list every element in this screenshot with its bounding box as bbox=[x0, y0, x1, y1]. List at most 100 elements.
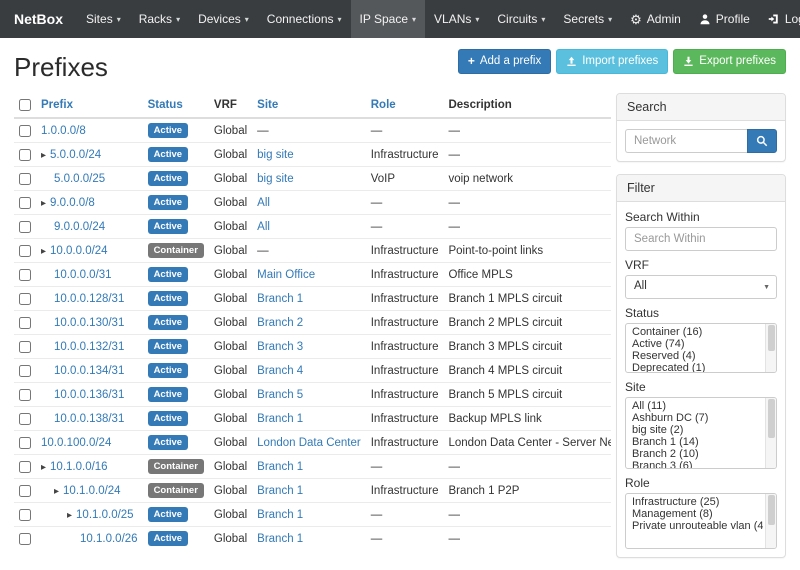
prefix-link[interactable]: 5.0.0.0/24 bbox=[50, 149, 101, 161]
row-checkbox[interactable] bbox=[19, 389, 31, 401]
prefix-link[interactable]: 1.0.0.0/8 bbox=[41, 125, 86, 137]
user-menu-profile[interactable]: Profile bbox=[690, 0, 759, 38]
row-checkbox[interactable] bbox=[19, 485, 31, 497]
nav-item-racks[interactable]: Racks▾ bbox=[130, 0, 189, 38]
expand-toggle-icon[interactable]: ▸ bbox=[41, 246, 46, 257]
expand-toggle-icon[interactable]: ▸ bbox=[41, 198, 46, 209]
prefix-link[interactable]: 10.0.0.132/31 bbox=[54, 341, 124, 353]
column-header-status[interactable]: Status bbox=[143, 93, 209, 118]
expand-toggle-icon[interactable]: ▸ bbox=[41, 462, 46, 473]
row-checkbox[interactable] bbox=[19, 317, 31, 329]
row-checkbox[interactable] bbox=[19, 221, 31, 233]
search-button[interactable] bbox=[747, 129, 777, 153]
site-link[interactable]: Branch 1 bbox=[257, 509, 303, 521]
export-prefixes-button[interactable]: Export prefixes bbox=[673, 49, 786, 74]
role-listbox[interactable]: Infrastructure (25)Management (8)Private… bbox=[625, 493, 777, 549]
row-checkbox[interactable] bbox=[19, 149, 31, 161]
site-link[interactable]: Branch 1 bbox=[257, 533, 303, 545]
row-checkbox[interactable] bbox=[19, 365, 31, 377]
site-option[interactable]: big site (2) bbox=[628, 424, 763, 436]
expand-toggle-icon[interactable]: ▸ bbox=[54, 486, 59, 497]
scrollbar[interactable] bbox=[765, 398, 776, 468]
row-checkbox[interactable] bbox=[19, 413, 31, 425]
prefix-link[interactable]: 10.0.0.128/31 bbox=[54, 293, 124, 305]
site-link[interactable]: Branch 2 bbox=[257, 317, 303, 329]
column-header-site[interactable]: Site bbox=[252, 93, 366, 118]
prefix-link[interactable]: 9.0.0.0/8 bbox=[50, 197, 95, 209]
role-option[interactable]: Management (8) bbox=[628, 508, 763, 520]
site-link[interactable]: Branch 1 bbox=[257, 485, 303, 497]
status-option[interactable]: Container (16) bbox=[628, 326, 763, 338]
nav-item-circuits[interactable]: Circuits▾ bbox=[488, 0, 554, 38]
site-option[interactable]: All (11) bbox=[628, 400, 763, 412]
search-within-input[interactable] bbox=[625, 227, 777, 251]
prefix-link[interactable]: 10.0.0.138/31 bbox=[54, 413, 124, 425]
import-prefixes-button[interactable]: Import prefixes bbox=[556, 49, 668, 74]
prefix-link[interactable]: 10.0.0.0/31 bbox=[54, 269, 112, 281]
status-option[interactable]: Deprecated (1) bbox=[628, 362, 763, 373]
prefix-link[interactable]: 10.1.0.0/25 bbox=[76, 509, 134, 521]
scrollbar-thumb[interactable] bbox=[768, 325, 775, 351]
prefix-link[interactable]: 9.0.0.0/24 bbox=[54, 221, 105, 233]
status-listbox[interactable]: Container (16)Active (74)Reserved (4)Dep… bbox=[625, 323, 777, 373]
user-menu-admin[interactable]: ⚙Admin bbox=[621, 0, 690, 38]
vrf-select[interactable]: All ▼ bbox=[625, 275, 777, 299]
prefix-link[interactable]: 10.0.0.130/31 bbox=[54, 317, 124, 329]
site-option[interactable]: Ashburn DC (7) bbox=[628, 412, 763, 424]
brand-link[interactable]: NetBox bbox=[10, 0, 77, 38]
column-header-prefix[interactable]: Prefix bbox=[36, 93, 143, 118]
role-option[interactable]: Private unrouteable vlan (4) bbox=[628, 520, 763, 532]
expand-toggle-icon[interactable]: ▸ bbox=[67, 510, 72, 521]
row-checkbox[interactable] bbox=[19, 437, 31, 449]
row-checkbox[interactable] bbox=[19, 269, 31, 281]
prefix-link[interactable]: 10.1.0.0/24 bbox=[63, 485, 121, 497]
prefix-link[interactable]: 5.0.0.0/25 bbox=[54, 173, 105, 185]
site-link[interactable]: Branch 3 bbox=[257, 341, 303, 353]
prefix-link[interactable]: 10.1.0.0/26 bbox=[80, 533, 138, 545]
scrollbar-thumb[interactable] bbox=[768, 495, 775, 525]
prefix-link[interactable]: 10.0.0.136/31 bbox=[54, 389, 124, 401]
scrollbar[interactable] bbox=[765, 324, 776, 372]
site-link[interactable]: Main Office bbox=[257, 269, 315, 281]
scrollbar-thumb[interactable] bbox=[768, 399, 775, 438]
row-checkbox[interactable] bbox=[19, 509, 31, 521]
row-checkbox[interactable] bbox=[19, 125, 31, 137]
nav-item-devices[interactable]: Devices▾ bbox=[189, 0, 258, 38]
site-link[interactable]: big site bbox=[257, 173, 293, 185]
site-link[interactable]: big site bbox=[257, 149, 293, 161]
site-link[interactable]: All bbox=[257, 221, 270, 233]
site-option[interactable]: Branch 3 (6) bbox=[628, 460, 763, 469]
status-option[interactable]: Active (74) bbox=[628, 338, 763, 350]
site-link[interactable]: All bbox=[257, 197, 270, 209]
site-link[interactable]: Branch 4 bbox=[257, 365, 303, 377]
row-checkbox[interactable] bbox=[19, 461, 31, 473]
prefix-link[interactable]: 10.0.0.134/31 bbox=[54, 365, 124, 377]
site-link[interactable]: Branch 1 bbox=[257, 293, 303, 305]
nav-item-connections[interactable]: Connections▾ bbox=[258, 0, 351, 38]
row-checkbox[interactable] bbox=[19, 173, 31, 185]
nav-item-vlans[interactable]: VLANs▾ bbox=[425, 0, 488, 38]
site-listbox[interactable]: All (11)Ashburn DC (7)big site (2)Branch… bbox=[625, 397, 777, 469]
column-header-role[interactable]: Role bbox=[366, 93, 444, 118]
user-menu-log-out[interactable]: Log out bbox=[759, 0, 800, 38]
row-checkbox[interactable] bbox=[19, 533, 31, 545]
add-prefix-button[interactable]: + Add a prefix bbox=[458, 49, 551, 74]
site-link[interactable]: London Data Center bbox=[257, 437, 361, 449]
search-input[interactable] bbox=[625, 129, 747, 153]
nav-item-sites[interactable]: Sites▾ bbox=[77, 0, 130, 38]
prefix-link[interactable]: 10.0.100.0/24 bbox=[41, 437, 111, 449]
role-option[interactable]: Infrastructure (25) bbox=[628, 496, 763, 508]
prefix-link[interactable]: 10.0.0.0/24 bbox=[50, 245, 108, 257]
scrollbar[interactable] bbox=[765, 494, 776, 548]
select-all-checkbox[interactable] bbox=[19, 99, 31, 111]
site-option[interactable]: Branch 2 (10) bbox=[628, 448, 763, 460]
site-link[interactable]: Branch 5 bbox=[257, 389, 303, 401]
status-option[interactable]: Reserved (4) bbox=[628, 350, 763, 362]
site-link[interactable]: Branch 1 bbox=[257, 413, 303, 425]
site-link[interactable]: Branch 1 bbox=[257, 461, 303, 473]
expand-toggle-icon[interactable]: ▸ bbox=[41, 150, 46, 161]
row-checkbox[interactable] bbox=[19, 197, 31, 209]
nav-item-secrets[interactable]: Secrets▾ bbox=[554, 0, 621, 38]
row-checkbox[interactable] bbox=[19, 245, 31, 257]
site-option[interactable]: Branch 1 (14) bbox=[628, 436, 763, 448]
